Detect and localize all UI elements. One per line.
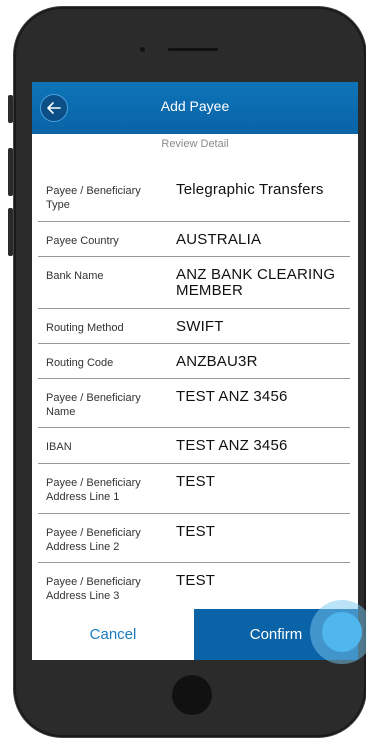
row-label: Payee / Beneficiary Address Line 1 bbox=[46, 477, 141, 503]
row-label: Payee / Beneficiary Address Line 3 bbox=[46, 576, 141, 602]
row-value: TEST bbox=[176, 523, 216, 540]
row-value: ANZBAU3R bbox=[176, 353, 258, 370]
row-value: Telegraphic Transfers bbox=[176, 181, 324, 198]
row-value: AUSTRALIA bbox=[176, 231, 262, 248]
detail-row-routing-code: Routing Code ANZBAU3R bbox=[38, 344, 350, 379]
detail-row-address-3: Payee / Beneficiary Address Line 3 TEST bbox=[38, 563, 350, 613]
app-header: Add Payee bbox=[32, 82, 358, 134]
row-label: IBAN bbox=[46, 441, 72, 453]
detail-row-bank-name: Bank Name ANZ BANK CLEARING MEMBER bbox=[38, 257, 350, 309]
row-label: Routing Code bbox=[46, 357, 114, 369]
row-value: TEST bbox=[176, 473, 216, 490]
mute-switch bbox=[8, 95, 13, 123]
app-screen: Add Payee Review Detail Payee / Benefici… bbox=[32, 82, 358, 660]
touch-indicator-dot bbox=[322, 612, 362, 652]
page-title: Add Payee bbox=[160, 98, 230, 114]
row-label: Payee / Beneficiary Name bbox=[46, 392, 141, 418]
home-button[interactable] bbox=[172, 675, 212, 715]
detail-row-country: Payee Country AUSTRALIA bbox=[38, 222, 350, 257]
detail-row-routing-method: Routing Method SWIFT bbox=[38, 309, 350, 344]
action-bar: Cancel Confirm bbox=[32, 609, 358, 660]
touch-indicator bbox=[310, 600, 366, 664]
row-value: SWIFT bbox=[176, 318, 224, 335]
row-label: Payee Country bbox=[46, 235, 119, 247]
volume-up-button bbox=[8, 148, 13, 196]
row-value: TEST ANZ 3456 bbox=[176, 388, 288, 405]
detail-row-address-2: Payee / Beneficiary Address Line 2 TEST bbox=[38, 514, 350, 563]
row-label: Bank Name bbox=[46, 270, 104, 282]
row-label: Routing Method bbox=[46, 322, 124, 334]
detail-row-beneficiary-name: Payee / Beneficiary Name TEST ANZ 3456 bbox=[38, 379, 350, 428]
camera-dot bbox=[140, 47, 145, 52]
row-value: TEST ANZ 3456 bbox=[176, 437, 288, 454]
speaker-grille bbox=[168, 48, 218, 51]
row-value: ANZ BANK CLEARING MEMBER bbox=[176, 266, 336, 299]
row-label: Payee / Beneficiary Type bbox=[46, 185, 141, 211]
cancel-button[interactable]: Cancel bbox=[32, 609, 194, 660]
detail-list: Payee / Beneficiary Type Telegraphic Tra… bbox=[38, 172, 350, 613]
row-value: TEST bbox=[176, 572, 216, 589]
detail-row-type: Payee / Beneficiary Type Telegraphic Tra… bbox=[38, 172, 350, 222]
detail-row-address-1: Payee / Beneficiary Address Line 1 TEST bbox=[38, 464, 350, 514]
section-subtitle: Review Detail bbox=[161, 138, 229, 150]
volume-down-button bbox=[8, 208, 13, 256]
detail-row-iban: IBAN TEST ANZ 3456 bbox=[38, 428, 350, 464]
row-label: Payee / Beneficiary Address Line 2 bbox=[46, 527, 141, 553]
